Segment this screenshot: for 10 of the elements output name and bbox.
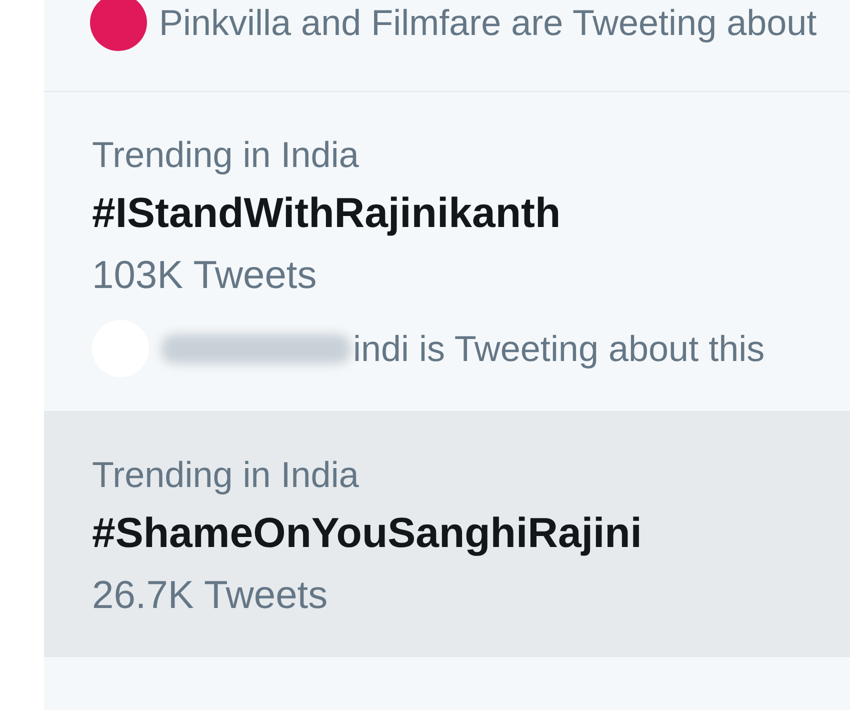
tweet-count: 26.7K Tweets: [92, 574, 329, 618]
trend-hashtag: #IStandWithRajinikanth: [92, 191, 562, 235]
trend-location: Trending in India: [92, 453, 360, 497]
context-text: indi is Tweeting about this: [161, 328, 765, 370]
trend-location: Trending in India: [92, 133, 360, 177]
context-text: Pinkvilla and Filmfare are Tweeting about: [159, 2, 817, 44]
trend-item[interactable]: Trending in India #ShameOnYouSanghiRajini 26.7K Tweets: [44, 412, 850, 657]
trend-hashtag: #ShameOnYouSanghiRajini: [92, 511, 643, 555]
trend-item[interactable]: Pinkvilla and Filmfare are Tweeting about: [44, 0, 850, 92]
tweet-count: 103K Tweets: [92, 254, 318, 298]
